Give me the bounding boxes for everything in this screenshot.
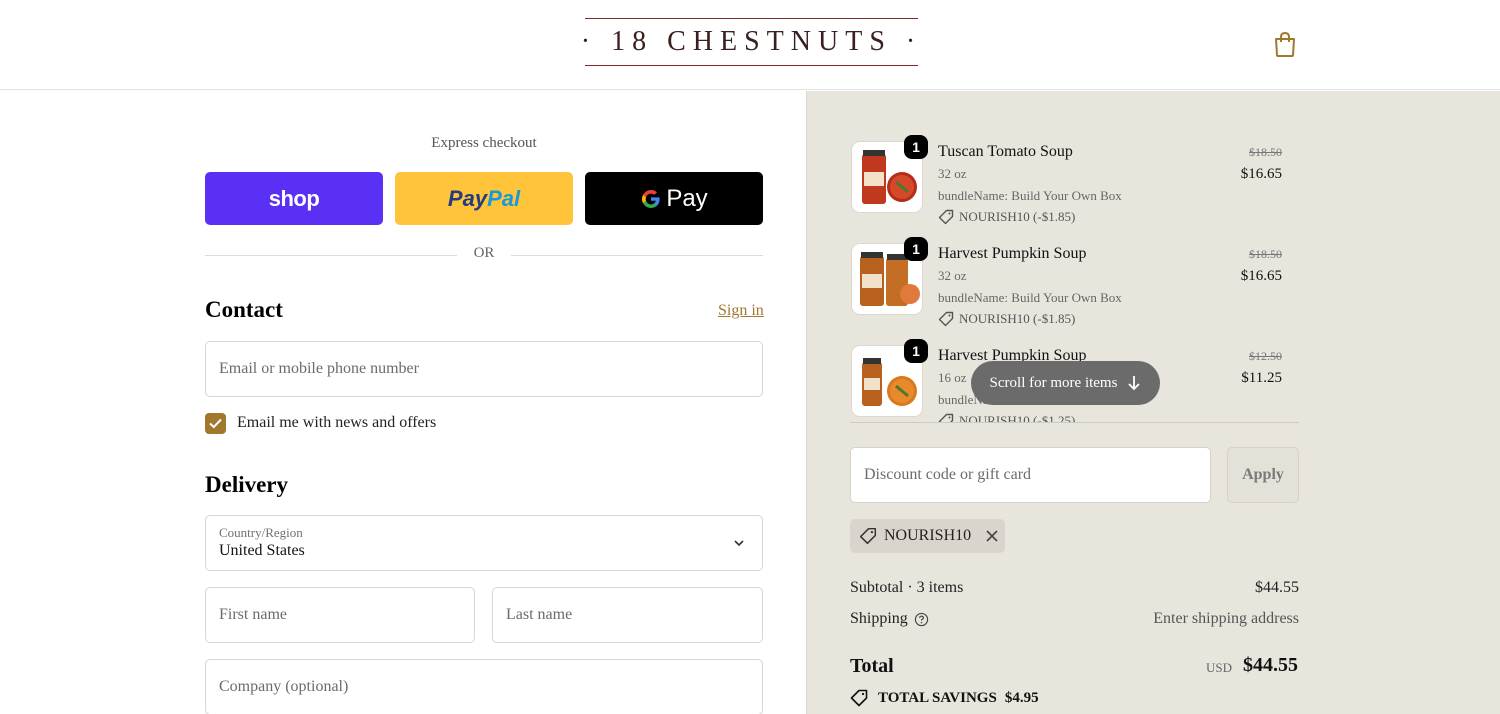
- total-value: $44.55: [1243, 654, 1298, 676]
- country-select[interactable]: Country/Region United States: [205, 515, 763, 571]
- paypal-label: PayPal: [447, 185, 521, 211]
- checkmark-icon: [209, 418, 222, 429]
- quantity-badge: 1: [904, 339, 928, 363]
- quantity-badge: 1: [904, 135, 928, 159]
- country-label: Country/Region: [219, 525, 303, 540]
- newsletter-label: Email me with news and offers: [237, 414, 437, 431]
- tag-icon: [859, 527, 877, 545]
- google-g-icon: [642, 189, 660, 208]
- help-circle-icon[interactable]: [914, 612, 929, 627]
- first-name-placeholder: First name: [219, 606, 287, 623]
- close-icon[interactable]: [984, 528, 1000, 544]
- list-item: 1 Harvest Pumpkin Soup 32 oz bundleName:…: [850, 235, 1282, 335]
- shipping-value: Enter shipping address: [1153, 610, 1299, 627]
- arrow-down-icon: [1128, 376, 1141, 391]
- order-summary: 1 Tuscan Tomato Soup 32 oz bundleName: B…: [806, 91, 1500, 714]
- sign-in-link[interactable]: Sign in: [718, 302, 764, 320]
- item-bundle: bundleName: Build Your Own Box: [938, 290, 1122, 305]
- tag-icon: [938, 413, 954, 422]
- discount-code-input[interactable]: Discount code or gift card: [850, 447, 1211, 503]
- google-pay-button[interactable]: Pay: [585, 172, 763, 225]
- shop-pay-label: shop: [268, 185, 320, 211]
- item-discount: NOURISH10 (-$1.85): [938, 311, 1075, 327]
- express-checkout-label: Express checkout: [431, 135, 537, 151]
- site-header: · 18 CHESTNUTS ·: [0, 0, 1500, 90]
- savings-tag-icon: [850, 689, 868, 707]
- shop-pay-button[interactable]: shop: [205, 172, 383, 225]
- email-placeholder: Email or mobile phone number: [219, 360, 419, 377]
- apply-discount-button[interactable]: Apply: [1227, 447, 1299, 503]
- item-variant: 32 oz: [938, 166, 967, 181]
- item-variant: 32 oz: [938, 268, 967, 283]
- first-name-field[interactable]: First name: [205, 587, 475, 643]
- total-currency: USD: [1206, 660, 1233, 675]
- brand-logo-text: · 18 CHESTNUTS ·: [580, 26, 923, 57]
- delivery-heading: Delivery: [205, 472, 289, 497]
- applied-code-chip: NOURISH10: [850, 519, 1005, 553]
- shipping-row: Shipping Enter shipping address: [850, 610, 1299, 628]
- country-value: United States: [219, 542, 305, 559]
- savings-value: $4.95: [1004, 689, 1039, 706]
- shipping-label: Shipping: [850, 610, 908, 627]
- newsletter-checkbox[interactable]: [205, 413, 226, 434]
- scroll-for-more-button[interactable]: Scroll for more items: [971, 361, 1160, 405]
- item-original-price: $18.50: [1249, 247, 1282, 261]
- chevron-down-icon: [734, 540, 744, 547]
- last-name-placeholder: Last name: [506, 606, 573, 623]
- google-pay-label: Pay: [666, 184, 708, 212]
- brand-logo[interactable]: · 18 CHESTNUTS ·: [581, 18, 918, 66]
- item-discount-text: NOURISH10 (-$1.25): [959, 413, 1076, 423]
- item-variant: 16 oz: [938, 370, 967, 385]
- subtotal-label: Subtotal · 3 items: [850, 579, 964, 596]
- scroll-hint-label: Scroll for more items: [989, 374, 1118, 391]
- item-name: Tuscan Tomato Soup: [938, 143, 1073, 160]
- item-price: $16.65: [1240, 166, 1282, 182]
- item-discount-text: NOURISH10 (-$1.85): [959, 209, 1076, 224]
- or-divider: OR: [205, 245, 763, 265]
- applied-code-text: NOURISH10: [884, 527, 972, 544]
- tag-icon: [938, 209, 954, 225]
- item-price: $11.25: [1241, 370, 1282, 386]
- discount-placeholder: Discount code or gift card: [864, 466, 1032, 483]
- contact-heading: Contact: [205, 297, 283, 322]
- company-placeholder: Company (optional): [219, 678, 349, 695]
- divider-line: [511, 255, 763, 256]
- item-name: Harvest Pumpkin Soup: [938, 245, 1087, 262]
- item-discount: NOURISH10 (-$1.85): [938, 209, 1075, 225]
- total-label: Total: [850, 655, 894, 677]
- item-price: $16.65: [1240, 268, 1282, 284]
- list-item: 1 Tuscan Tomato Soup 32 oz bundleName: B…: [850, 133, 1282, 233]
- subtotal-row: Subtotal · 3 items $44.55: [850, 579, 1299, 597]
- email-field[interactable]: Email or mobile phone number: [205, 341, 763, 397]
- item-discount: NOURISH10 (-$1.25): [938, 413, 1076, 423]
- or-label: OR: [473, 245, 495, 261]
- paypal-button[interactable]: PayPal: [395, 172, 573, 225]
- total-savings: TOTAL SAVINGS $4.95: [850, 689, 1039, 707]
- subtotal-value: $44.55: [1255, 579, 1299, 596]
- item-original-price: $18.50: [1249, 145, 1282, 159]
- item-bundle: bundleName: Build Your Own Box: [938, 188, 1122, 203]
- tag-icon: [938, 311, 954, 327]
- savings-label: TOTAL SAVINGS: [878, 689, 997, 706]
- shopping-bag-icon[interactable]: [1272, 30, 1298, 58]
- company-field[interactable]: Company (optional): [205, 659, 763, 714]
- quantity-badge: 1: [904, 237, 928, 261]
- last-name-field[interactable]: Last name: [492, 587, 763, 643]
- checkout-form: Express checkout shop PayPal Pay OR Cont…: [0, 91, 806, 714]
- item-original-price: $12.50: [1249, 349, 1282, 363]
- item-discount-text: NOURISH10 (-$1.85): [959, 311, 1076, 326]
